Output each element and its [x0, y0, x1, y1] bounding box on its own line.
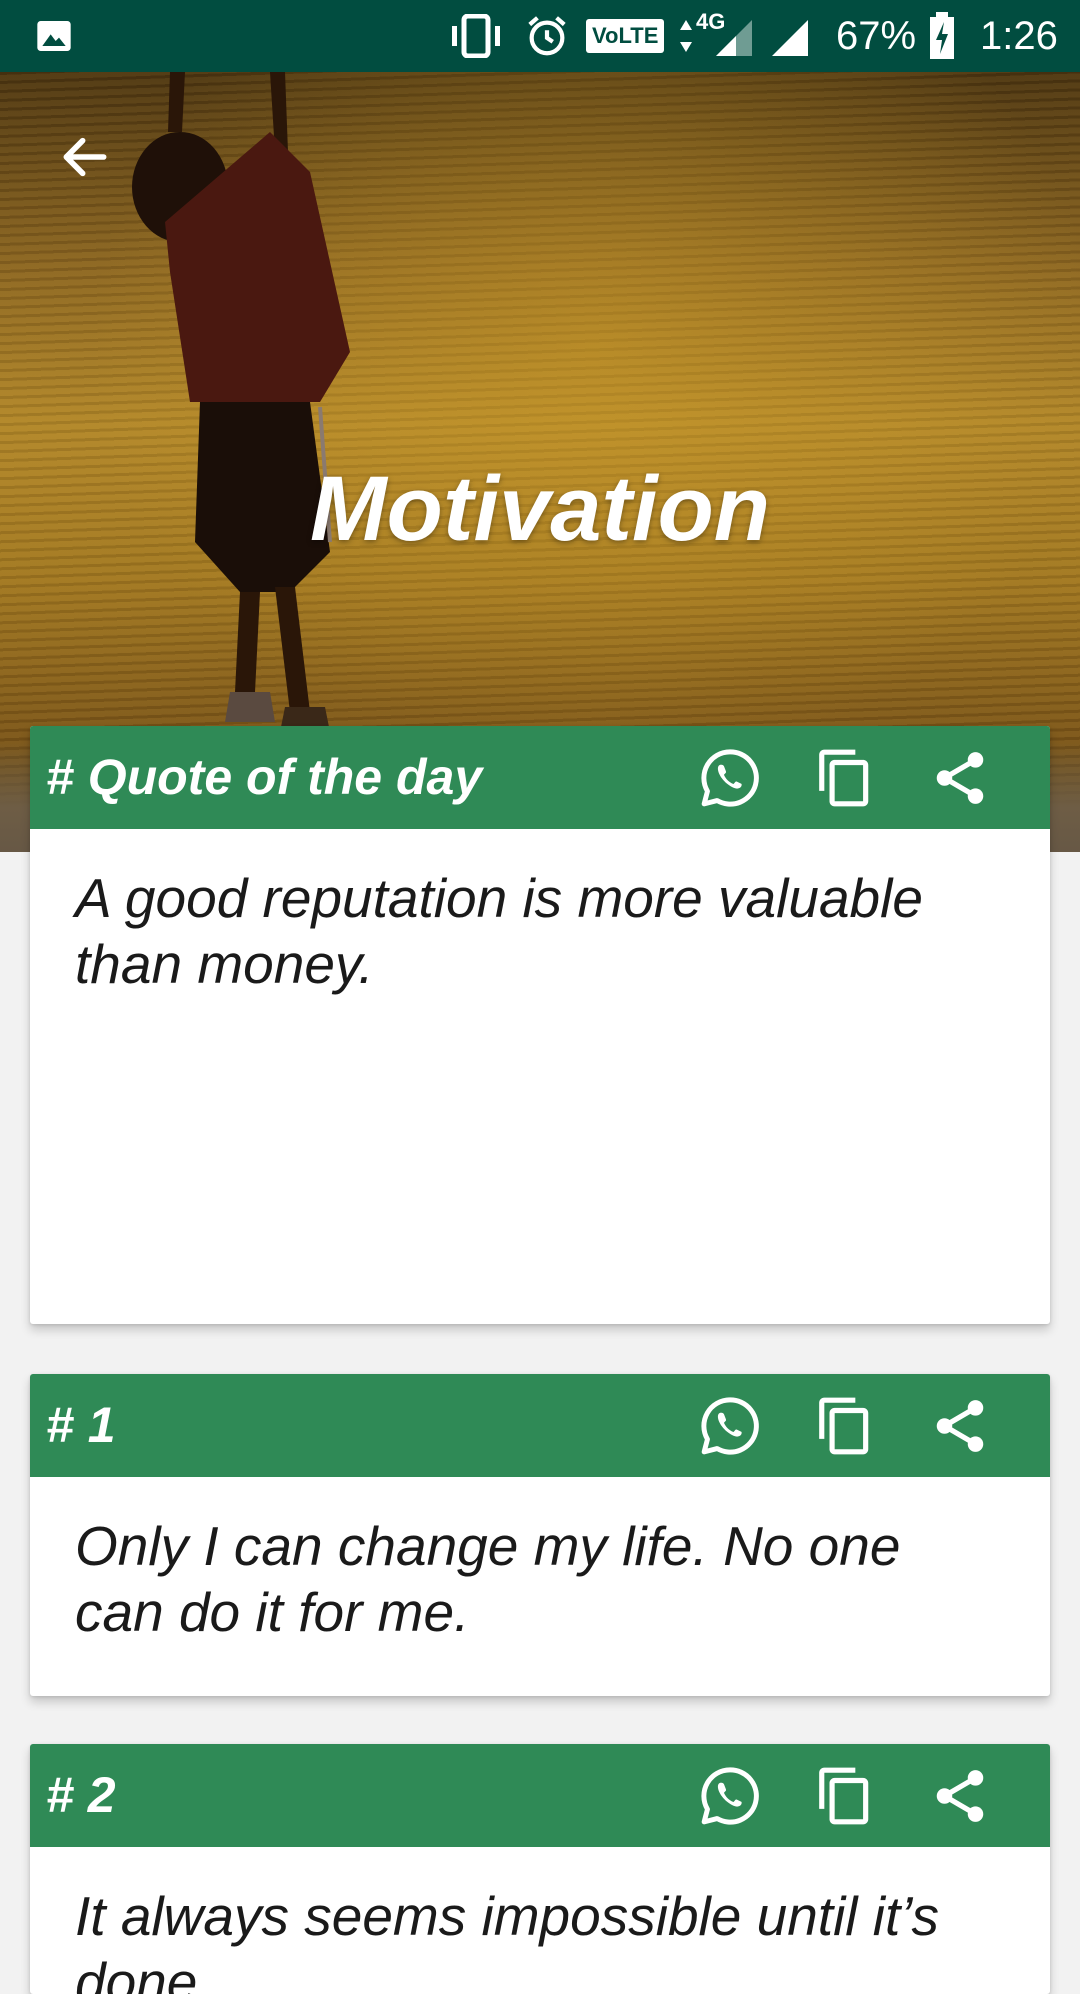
copy-icon: [819, 749, 869, 806]
quote-text: It always seems impossible until it’s do…: [75, 1885, 940, 1994]
copy-button[interactable]: [805, 738, 885, 818]
copy-icon: [819, 1767, 869, 1824]
share-icon: [936, 751, 984, 804]
quote-text: A good reputation is more valuable than …: [75, 867, 923, 995]
card-title: # 1: [46, 1397, 116, 1453]
share-button[interactable]: [920, 738, 1000, 818]
share-icon: [936, 1769, 984, 1822]
whatsapp-icon: [701, 1766, 759, 1825]
child-silhouette-image: [132, 72, 350, 732]
volte-icon: VoLTE: [586, 0, 665, 72]
alarm-icon: [524, 0, 570, 72]
quote-card: # 2 It always seems impossible until it’…: [30, 1744, 1050, 1994]
vibrate-icon: [448, 0, 504, 72]
battery-charging-icon: [928, 0, 956, 72]
card-actions: [655, 1374, 1000, 1477]
back-button[interactable]: [50, 122, 120, 192]
card-actions: [655, 726, 1000, 829]
card-header: # 2: [30, 1744, 1050, 1847]
card-header: # Quote of the day: [30, 726, 1050, 829]
whatsapp-icon: [701, 748, 759, 807]
quote-card: # Quote of the day A good reputation is …: [30, 726, 1050, 1324]
battery-percent: 67%: [836, 13, 917, 58]
copy-icon: [819, 1397, 869, 1454]
whatsapp-share-button[interactable]: [690, 738, 770, 818]
copy-button[interactable]: [805, 1756, 885, 1836]
quote-text: Only I can change my life. No one can do…: [75, 1515, 901, 1643]
status-bar: VoLTE 4G 67% 1:26: [0, 0, 1080, 72]
share-button[interactable]: [920, 1756, 1000, 1836]
image-notification-icon: [34, 0, 74, 72]
share-button[interactable]: [920, 1386, 1000, 1466]
clock: 1:26: [980, 13, 1058, 58]
whatsapp-icon: [701, 1396, 759, 1455]
card-title: # 2: [46, 1767, 116, 1823]
signal-icon: [768, 0, 812, 72]
card-header: # 1: [30, 1374, 1050, 1477]
whatsapp-share-button[interactable]: [690, 1386, 770, 1466]
share-icon: [936, 1399, 984, 1452]
signal-4g-icon: [712, 0, 756, 72]
quote-card: # 1 Only I can change my life. No one ca…: [30, 1374, 1050, 1696]
whatsapp-share-button[interactable]: [690, 1756, 770, 1836]
card-actions: [655, 1744, 1000, 1847]
page-title: Motivation: [310, 458, 770, 560]
arrow-left-icon: [63, 137, 107, 177]
card-title: # Quote of the day: [46, 749, 483, 805]
copy-button[interactable]: [805, 1386, 885, 1466]
